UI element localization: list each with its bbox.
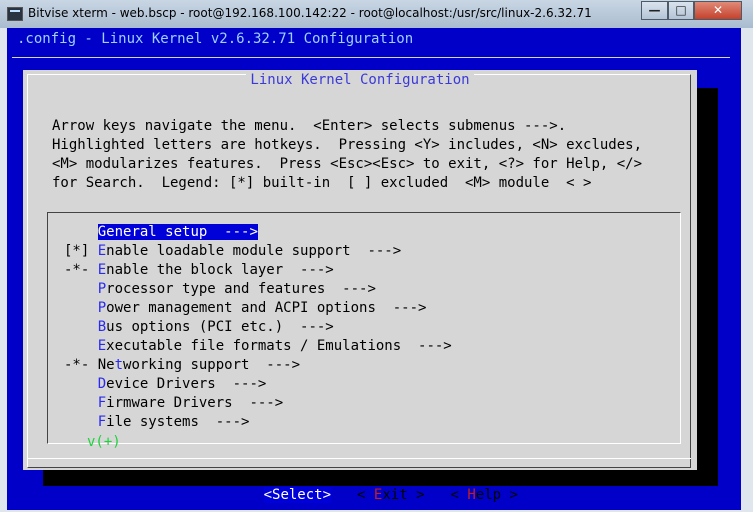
- instructions: Arrow keys navigate the menu. <Enter> se…: [52, 117, 642, 193]
- terminal-app-icon[interactable]: [7, 7, 23, 21]
- menu-item-label: xecutable file formats / Emulations --->: [106, 338, 452, 354]
- menu-item-file-systems[interactable]: File systems --->: [64, 413, 452, 432]
- button-hotkey: H: [467, 487, 476, 503]
- menu-item-label: us options (PCI etc.) --->: [106, 319, 334, 335]
- button-label: elect: [280, 487, 323, 503]
- dialog-title-bar: Linux Kernel Configuration: [23, 69, 697, 88]
- menu-item-hotkey: F: [97, 395, 107, 411]
- menu-item-label: ower management and ACPI options --->: [106, 300, 427, 316]
- menu-item-hotkey: B: [97, 319, 107, 335]
- menu-item-label: nable the block layer --->: [106, 262, 334, 278]
- menu-item-processor-type[interactable]: Processor type and features --->: [64, 280, 452, 299]
- button-label: elp: [475, 487, 502, 503]
- help-button[interactable]: < Help >: [451, 487, 518, 503]
- button-bracket: <: [450, 487, 468, 503]
- menu-item-prefix: [64, 376, 98, 392]
- menu-item-loadable-module-support[interactable]: [*] Enable loadable module support --->: [64, 242, 452, 261]
- button-bracket: >: [322, 487, 332, 503]
- menu-item-hotkey: E: [97, 243, 107, 259]
- menu-list[interactable]: General setup ---> [*] Enable loadable m…: [64, 223, 452, 432]
- menu-item-hotkey: D: [97, 376, 107, 392]
- menu-item-device-drivers[interactable]: Device Drivers --->: [64, 375, 452, 394]
- button-bracket: <: [263, 487, 273, 503]
- menu-item-power-management[interactable]: Power management and ACPI options --->: [64, 299, 452, 318]
- menu-item-label: working support --->: [123, 357, 301, 373]
- button-bracket: <: [357, 487, 374, 503]
- menu-item-label: evice Drivers --->: [106, 376, 267, 392]
- menu-item-label: nable loadable module support --->: [106, 243, 402, 259]
- menu-item-prefix: -*-: [64, 262, 98, 278]
- window-titlebar[interactable]: Bitvise xterm - web.bscp - root@192.168.…: [0, 0, 753, 28]
- terminal-screen[interactable]: .config - Linux Kernel v2.6.32.71 Config…: [7, 28, 741, 510]
- menu-item-label-start: Ne: [97, 357, 115, 373]
- window-title: Bitvise xterm - web.bscp - root@192.168.…: [28, 6, 592, 20]
- menu-item-prefix: [64, 414, 98, 430]
- maximize-button[interactable]: □: [668, 1, 694, 20]
- menu-item-hotkey: P: [97, 281, 107, 297]
- button-label: xit: [382, 487, 408, 503]
- menu-item-hotkey: t: [114, 357, 124, 373]
- menu-item-prefix: [64, 338, 98, 354]
- menu-item-hotkey: F: [97, 414, 107, 430]
- minimize-button[interactable]: —: [641, 1, 668, 20]
- menu-item-block-layer[interactable]: -*- Enable the block layer --->: [64, 261, 452, 280]
- menu-item-prefix: -*-: [64, 357, 98, 373]
- menu-item-hotkey: P: [97, 300, 107, 316]
- menu-item-label: ile systems --->: [106, 414, 250, 430]
- menu-item-label: irmware Drivers --->: [106, 395, 284, 411]
- menu-item-label: rocessor type and features --->: [106, 281, 376, 297]
- instruction-line: for Search. Legend: [*] built-in [ ] exc…: [52, 175, 592, 191]
- menu-item-prefix: [64, 224, 98, 240]
- dialog-shadow-right: [697, 88, 718, 486]
- button-separator: [27, 458, 691, 459]
- menu-item-general-setup[interactable]: General setup --->: [64, 223, 452, 242]
- menu-item-bus-options[interactable]: Bus options (PCI etc.) --->: [64, 318, 452, 337]
- exit-button[interactable]: < Exit >: [357, 487, 424, 503]
- button-bracket: >: [407, 487, 425, 503]
- menu-item-prefix: [*]: [64, 243, 98, 259]
- dialog-title: Linux Kernel Configuration: [246, 72, 474, 88]
- button-bracket: >: [501, 487, 518, 503]
- instruction-line: <M> modularizes features. Press <Esc><Es…: [52, 156, 643, 172]
- select-button[interactable]: <Select>: [263, 487, 332, 503]
- instruction-line: Highlighted letters are hotkeys. Pressin…: [52, 137, 643, 153]
- menu-item-hotkey: E: [97, 262, 107, 278]
- config-header: .config - Linux Kernel v2.6.32.71 Config…: [17, 31, 414, 47]
- menu-item-executable-formats[interactable]: Executable file formats / Emulations ---…: [64, 337, 452, 356]
- menu-item-prefix: [64, 395, 98, 411]
- menu-item-hotkey: G: [97, 224, 107, 240]
- close-button[interactable]: ✕: [694, 1, 742, 20]
- menu-item-label: eneral setup --->: [106, 224, 258, 240]
- config-dialog: Linux Kernel Configuration Arrow keys na…: [23, 69, 697, 503]
- button-bar: <Select> < Exit > < Help >: [213, 471, 544, 510]
- menu-item-firmware-drivers[interactable]: Firmware Drivers --->: [64, 394, 452, 413]
- menu-item-prefix: [64, 300, 98, 316]
- menu-item-hotkey: E: [97, 338, 107, 354]
- more-items-indicator: v(+): [87, 434, 121, 450]
- menu-item-prefix: [64, 281, 98, 297]
- header-rule: [12, 57, 730, 58]
- menu-item-networking-support[interactable]: -*- Networking support --->: [64, 356, 452, 375]
- menu-item-prefix: [64, 319, 98, 335]
- instruction-line: Arrow keys navigate the menu. <Enter> se…: [52, 118, 567, 134]
